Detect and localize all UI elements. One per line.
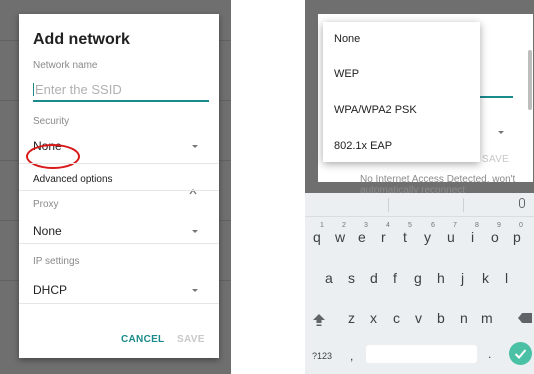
key-hint: 5 (408, 222, 412, 229)
key-f[interactable]: f (393, 270, 397, 286)
key-hint: 4 (386, 222, 390, 229)
ssid-input[interactable]: Enter the SSID (33, 80, 209, 102)
right-phone-screen: SAVE No Internet Access Detected, won't … (305, 0, 534, 374)
ip-settings-label: IP settings (33, 256, 80, 267)
network-name-label: Network name (33, 60, 98, 71)
suggestion-separator (463, 198, 464, 212)
key-p[interactable]: p (513, 229, 521, 245)
key-l[interactable]: l (505, 270, 508, 286)
dropdown-caret-icon[interactable] (498, 131, 504, 134)
key-hint: 8 (475, 222, 479, 229)
dialog-title: Add network (33, 31, 130, 48)
enter-key[interactable] (509, 342, 532, 365)
scrollbar[interactable] (528, 50, 532, 110)
key-hint: 6 (431, 222, 435, 229)
dropdown-caret-icon[interactable] (192, 145, 198, 148)
proxy-dropdown[interactable]: None (33, 224, 62, 238)
divider (19, 243, 219, 244)
key-u[interactable]: u (447, 229, 455, 245)
annotation-ellipse (26, 144, 80, 169)
checkmark-icon (514, 349, 527, 359)
key-hint: 2 (342, 222, 346, 229)
key-w[interactable]: w (335, 229, 345, 245)
left-phone-screen: Add network Network name Enter the SSID … (0, 0, 231, 374)
key-hint: 9 (497, 222, 501, 229)
key-b[interactable]: b (437, 310, 445, 326)
security-label: Security (33, 116, 70, 127)
cancel-button[interactable]: CANCEL (121, 334, 164, 345)
dropdown-caret-icon[interactable] (192, 289, 198, 292)
key-hint: 1 (320, 222, 324, 229)
key-e[interactable]: e (358, 229, 366, 245)
proxy-label: Proxy (33, 199, 59, 210)
add-network-dialog: Add network Network name Enter the SSID … (19, 14, 219, 358)
security-option-none[interactable]: None (334, 33, 360, 45)
key-c[interactable]: c (393, 310, 400, 326)
ssid-placeholder: Enter the SSID (35, 82, 122, 97)
key-m[interactable]: m (481, 310, 493, 326)
key-z[interactable]: z (348, 310, 355, 326)
key-t[interactable]: t (403, 229, 407, 245)
security-option-eap[interactable]: 802.1x EAP (334, 140, 392, 152)
key-n[interactable]: n (460, 310, 468, 326)
key-period[interactable]: . (488, 347, 491, 361)
key-a[interactable]: a (325, 270, 333, 286)
key-g[interactable]: g (414, 270, 422, 286)
symbols-key[interactable]: ?123 (312, 351, 332, 361)
security-option-wpa[interactable]: WPA/WPA2 PSK (334, 104, 417, 116)
ip-settings-dropdown[interactable]: DHCP (33, 283, 67, 297)
divider (19, 190, 219, 191)
advanced-options-label[interactable]: Advanced options (33, 174, 113, 185)
key-y[interactable]: y (424, 229, 431, 245)
key-h[interactable]: h (437, 270, 445, 286)
divider (19, 303, 219, 304)
key-k[interactable]: k (482, 270, 489, 286)
key-hint: 0 (519, 222, 523, 229)
key-i[interactable]: i (471, 229, 474, 245)
space-key[interactable] (366, 345, 477, 363)
mic-icon[interactable] (519, 198, 525, 208)
dropdown-caret-icon[interactable] (192, 230, 198, 233)
security-option-wep[interactable]: WEP (334, 68, 359, 80)
save-button[interactable]: SAVE (177, 334, 205, 345)
key-comma[interactable]: , (350, 349, 353, 363)
key-o[interactable]: o (491, 229, 499, 245)
suggestion-strip (305, 193, 534, 217)
save-button[interactable]: SAVE (482, 154, 509, 165)
key-x[interactable]: x (370, 310, 377, 326)
key-hint: 3 (364, 222, 368, 229)
suggestion-separator (388, 198, 389, 212)
key-q[interactable]: q (313, 229, 321, 245)
key-j[interactable]: j (461, 270, 464, 286)
key-hint: 7 (453, 222, 457, 229)
divider (19, 163, 219, 164)
key-r[interactable]: r (381, 229, 386, 245)
key-v[interactable]: v (415, 310, 422, 326)
security-options-menu: None WEP WPA/WPA2 PSK 802.1x EAP (323, 22, 480, 162)
key-s[interactable]: s (348, 270, 355, 286)
shift-icon[interactable] (312, 313, 326, 327)
text-cursor (33, 83, 34, 96)
key-d[interactable]: d (370, 270, 378, 286)
